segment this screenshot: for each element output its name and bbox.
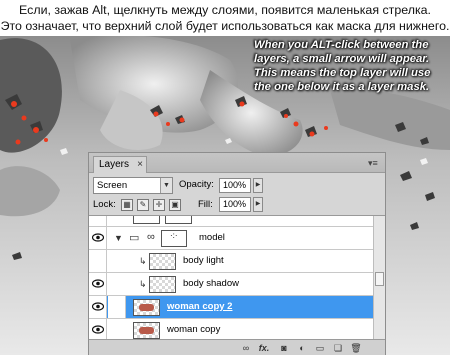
link-icon: ∞ — [147, 231, 155, 243]
layer-thumbnail — [133, 216, 160, 224]
screenshot-root: Если, зажав Alt, щелкнуть между слоями, … — [0, 0, 450, 355]
tab-layers[interactable]: Layers × — [93, 156, 147, 173]
layers-scrollbar[interactable] — [373, 216, 385, 339]
layer-mask-thumbnail[interactable]: ·:· — [161, 230, 187, 247]
expand-triangle-icon[interactable]: ▼ — [114, 233, 123, 243]
visibility-toggle[interactable] — [89, 296, 107, 318]
chevron-down-icon: ▼ — [160, 178, 172, 193]
eye-icon — [92, 325, 104, 334]
layer-thumbnail — [165, 216, 192, 224]
opacity-arrow-icon[interactable]: ▶ — [253, 178, 263, 193]
opacity-input[interactable]: 100% — [219, 178, 251, 193]
layer-row-woman-copy[interactable]: woman copy — [89, 319, 373, 339]
caption-ru-line2: Это означает, что верхний слой будет исп… — [0, 19, 450, 33]
blend-mode-select[interactable]: Screen ▼ — [93, 177, 173, 194]
blend-opacity-row: Screen ▼ Opacity: 100% ▶ — [93, 177, 383, 195]
fx-icon[interactable]: fx. — [257, 342, 271, 354]
layer-row-body-shadow[interactable]: ↳ body shadow — [89, 273, 373, 296]
link-cell[interactable] — [108, 296, 126, 318]
lock-fill-row: Lock: ▦ ✎ ✛ ▣ Fill: 100% ▶ — [93, 196, 383, 214]
layer-name[interactable]: woman copy — [167, 324, 220, 335]
scrollbar-thumb[interactable] — [375, 272, 384, 286]
group-icon[interactable]: ▭ — [313, 342, 327, 354]
tab-layers-label: Layers — [99, 159, 130, 170]
layer-thumbnail — [133, 322, 160, 339]
visibility-toggle[interactable] — [89, 227, 107, 249]
layer-thumbnail — [149, 276, 176, 293]
clipping-arrow-icon: ↳ — [139, 256, 147, 266]
panel-footer: ∞ fx. ◙ ◐ ▭ ❏ 🗑 — [89, 339, 385, 355]
fill-input[interactable]: 100% — [219, 197, 251, 212]
new-layer-icon[interactable]: ❏ — [331, 342, 345, 354]
visibility-toggle[interactable] — [89, 273, 107, 295]
blend-mode-value: Screen — [97, 180, 128, 191]
visibility-toggle[interactable] — [89, 250, 107, 272]
mask-icon[interactable]: ◙ — [277, 342, 291, 354]
eye-icon — [92, 233, 104, 242]
lock-brush-icon[interactable]: ✎ — [137, 199, 149, 211]
caption-en-line3: This means the top layer will use — [254, 67, 431, 79]
lock-transparency-icon[interactable]: ▦ — [121, 199, 133, 211]
fill-label: Fill: — [198, 199, 213, 210]
layer-name[interactable]: body light — [183, 255, 224, 266]
caption-en-line4: the one below it as a layer mask. — [254, 81, 430, 93]
layer-row-woman-copy-2[interactable]: woman copy 2 — [89, 296, 373, 319]
visibility-toggle[interactable] — [89, 319, 107, 339]
lock-label: Lock: — [93, 199, 116, 210]
layer-name[interactable]: model — [199, 232, 225, 243]
layer-name[interactable]: woman copy 2 — [167, 301, 232, 312]
folder-icon: ▭ — [129, 232, 140, 244]
layer-thumbnail — [149, 253, 176, 270]
fill-arrow-icon[interactable]: ▶ — [253, 197, 263, 212]
layer-thumbnail — [133, 299, 160, 316]
panel-menu-icon[interactable]: ▾≡ — [368, 158, 380, 168]
panel-tab-bar: Layers × ▾≡ — [89, 153, 385, 173]
caption-russian: Если, зажав Alt, щелкнуть между слоями, … — [0, 0, 450, 36]
clipping-arrow-icon: ↳ — [139, 279, 147, 289]
layer-row-model[interactable]: ▼ ▭ ∞ ·:· model — [89, 227, 373, 250]
lock-all-icon[interactable]: ▣ — [169, 199, 181, 211]
adjustment-icon[interactable]: ◐ — [295, 342, 309, 354]
layer-name[interactable]: body shadow — [183, 278, 239, 289]
caption-ru-line1: Если, зажав Alt, щелкнуть между слоями, … — [19, 3, 431, 17]
eye-icon — [92, 302, 104, 311]
caption-english: When you ALT-click between the layers, a… — [254, 38, 444, 94]
trash-icon[interactable]: 🗑 — [349, 342, 363, 354]
eye-cell[interactable] — [89, 216, 107, 226]
caption-en-line1: When you ALT-click between the — [254, 39, 429, 51]
eye-icon — [92, 279, 104, 288]
layers-list: ▼ ▭ ∞ ·:· model ↳ body light ↳ body shad… — [89, 215, 385, 339]
layers-panel: Layers × ▾≡ Screen ▼ Opacity: 100% ▶ Loc… — [88, 152, 386, 355]
opacity-label: Opacity: — [179, 179, 214, 190]
close-icon[interactable]: × — [137, 157, 143, 172]
lock-move-icon[interactable]: ✛ — [153, 199, 165, 211]
layer-row-partial[interactable] — [89, 216, 373, 227]
layer-row-body-light[interactable]: ↳ body light — [89, 250, 373, 273]
caption-en-line2: layers, a small arrow will appear. — [254, 53, 430, 65]
link-icon[interactable]: ∞ — [239, 342, 253, 354]
